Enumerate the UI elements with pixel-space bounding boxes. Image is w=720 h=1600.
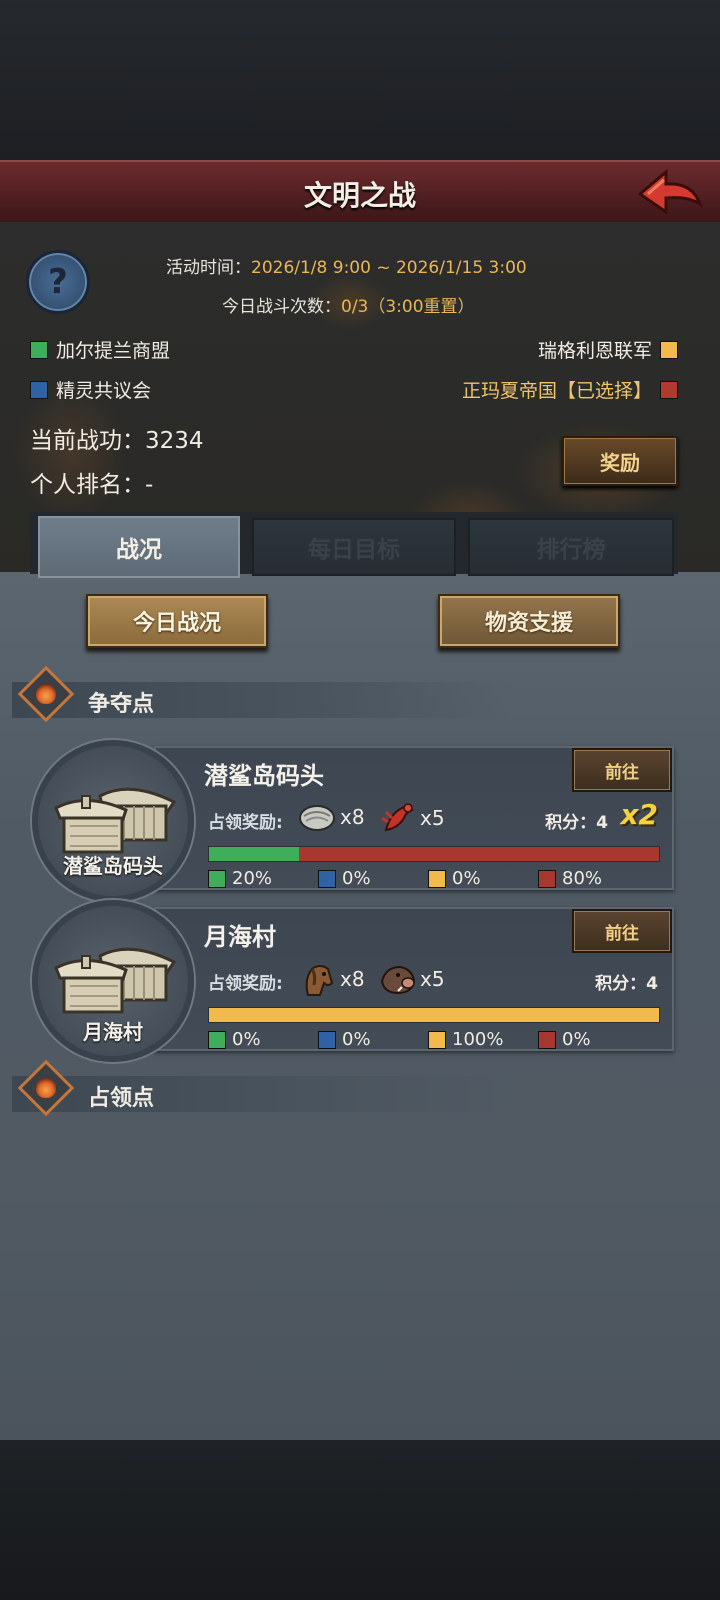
section-occupied-title: 占领点 [88,1086,155,1111]
green-square-icon [30,340,48,359]
back-arrow-icon[interactable] [636,168,704,220]
oyster-icon [299,805,335,831]
today-status-button[interactable]: 今日战况 [86,594,268,648]
reward-button[interactable]: 奖励 [562,436,678,486]
boar-head-icon [380,965,416,995]
page-title: 文明之战 [303,179,416,212]
tab-battle-status[interactable]: 战况 [38,516,240,578]
reward-item: x8 [298,961,365,997]
location-name: 潜鲨岛码头 [204,762,324,790]
top-background [0,0,720,160]
faction-red-selected: 正玛夏帝国【已选择】 [462,376,678,403]
location-name: 月海村 [204,923,276,951]
score-text: 积分：4 [595,974,658,994]
faction-yellow: 瑞格利恩联军 [538,336,678,363]
share-legend: 0% 0% 100% 0% [208,1029,668,1050]
current-merit: 当前战功：3234 [30,428,204,454]
section-occupied: 占领点 [12,1059,512,1117]
go-button[interactable]: 前往 [572,909,672,953]
event-time: 活动时间：2026/1/8 9:00 ~ 2026/1/15 3:00 [166,258,527,278]
reward-label: 占领奖励: [208,974,283,994]
help-question-icon[interactable]: ? [26,250,90,314]
red-square-icon [660,380,678,399]
reward-item: x8 [298,800,365,834]
section-contested: 争夺点 [12,665,512,723]
multiplier-badge: x2 [620,798,658,831]
tab-leaderboard[interactable]: 排行榜 [468,518,674,576]
yellow-square-icon [660,340,678,359]
bottom-background [0,1440,720,1600]
section-contested-title: 争夺点 [88,692,155,717]
faction-green: 加尔提兰商盟 [30,336,170,363]
share-legend: 20% 0% 0% 80% [208,868,668,889]
supply-support-button[interactable]: 物资支援 [438,594,620,648]
location-card-1: 潜鲨岛码头 前往 占领奖励: x8 x5 积分：4 x2 20% 0% 0% 8… [154,746,674,890]
tab-bar: 战况 每日目标 排行榜 [30,512,678,578]
battle-count: 今日战斗次数：0/3（3:00重置） [222,297,475,317]
location-2-emblem[interactable]: 月海村 [32,900,194,1062]
location-card-2: 月海村 前往 占领奖励: x8 x5 积分：4 0% 0% 100% 0% [154,907,674,1051]
progress-green [209,847,299,861]
go-button[interactable]: 前往 [572,748,672,792]
progress-red [299,847,659,861]
lobster-icon [381,803,414,832]
location-1-label: 潜鲨岛码头 [63,854,163,878]
tab-daily-goals[interactable]: 每日目标 [252,518,456,576]
title-bar: 文明之战 [0,160,720,227]
score-text: 积分：4 [545,813,608,833]
location-2-label: 月海村 [83,1020,143,1044]
reward-item: x5 [378,800,445,836]
faction-blue: 精灵共议会 [30,376,151,403]
location-1-emblem[interactable]: 潜鲨岛码头 [32,740,194,902]
horse-head-icon [305,965,334,996]
occupation-progress-bar [208,846,660,862]
blue-square-icon [30,380,48,399]
occupation-progress-bar [208,1007,660,1023]
reward-label: 占领奖励: [208,813,283,833]
progress-yellow [209,1008,659,1022]
reward-item: x5 [378,961,445,997]
personal-rank: 个人排名：- [30,472,154,498]
